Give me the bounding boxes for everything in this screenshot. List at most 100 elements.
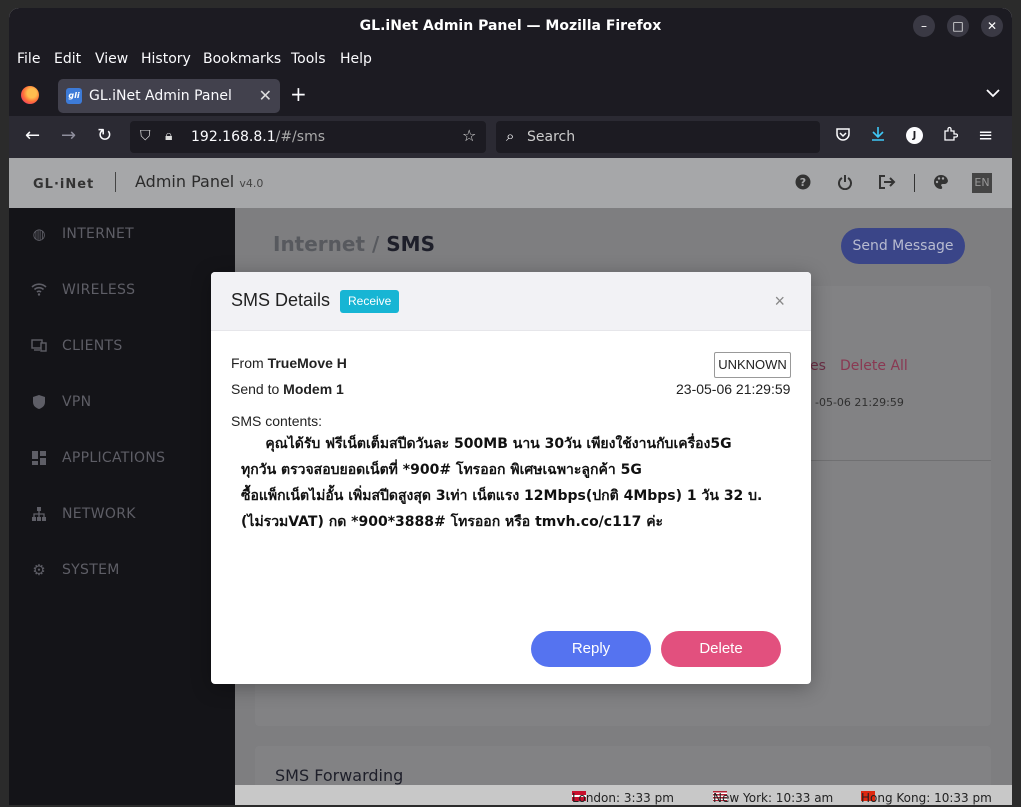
status-badge: UNKNOWN [714, 352, 791, 378]
tab-close-icon[interactable]: ✕ [259, 86, 272, 105]
sidebar-item-clients[interactable]: CLIENTS [9, 320, 235, 376]
panel-version: v4.0 [239, 177, 264, 190]
devices-icon [31, 338, 47, 354]
window-title: GL.iNet Admin Panel — Mozilla Firefox [359, 18, 662, 34]
menu-history[interactable]: History [141, 51, 191, 67]
chevron-down-icon[interactable] [986, 86, 1000, 102]
delete-all-link[interactable]: Delete All [840, 358, 908, 374]
world-clock-bar: × London: 3:33 pm New York: 10:33 am Hon… [235, 785, 1012, 805]
sidebar-item-wireless[interactable]: WIRELESS [9, 264, 235, 320]
breadcrumb: Internet / SMS [273, 232, 435, 256]
bg-partial-link[interactable]: es [810, 358, 826, 374]
sidebar-label-wireless: WIRELESS [62, 282, 136, 298]
title-bar: GL.iNet Admin Panel — Mozilla Firefox – … [9, 8, 1012, 44]
sidebar-label-network: NETWORK [62, 506, 136, 522]
tab-bar: gli GL.iNet Admin Panel ✕ + [9, 74, 1012, 116]
help-icon[interactable]: ? [795, 174, 811, 194]
back-icon[interactable]: ← [25, 126, 40, 146]
menu-bookmarks[interactable]: Bookmarks [203, 51, 281, 67]
breadcrumb-separator: / [372, 232, 380, 256]
tab-gl-inet[interactable]: gli GL.iNet Admin Panel ✕ [58, 79, 280, 113]
url-path: /#/sms [275, 129, 325, 145]
svg-text:?: ? [800, 176, 806, 189]
app-header: GL·iNet Admin Panel v4.0 ? EN [9, 158, 1012, 208]
grid-icon [31, 450, 47, 466]
power-icon[interactable] [837, 174, 853, 194]
sms-contents: คุณได้รับ ฟรีเน็ตเต็มสปีดวันละ 500MB นาน… [241, 436, 763, 530]
breadcrumb-current: SMS [386, 232, 435, 256]
extensions-icon[interactable] [942, 126, 959, 147]
dialog-header: SMS Details Receive × [211, 272, 811, 331]
panel-title-text: Admin Panel [135, 172, 235, 191]
from-value: TrueMove H [267, 355, 347, 371]
menu-tools[interactable]: Tools [291, 51, 326, 67]
menu-file[interactable]: File [17, 51, 40, 67]
pocket-icon[interactable] [835, 126, 851, 147]
shield-icon [31, 394, 47, 410]
reload-icon[interactable]: ↻ [97, 126, 112, 146]
sidebar-label-applications: APPLICATIONS [62, 450, 166, 466]
sidebar-label-vpn: VPN [62, 394, 92, 410]
search-icon: ⌕ [506, 127, 515, 145]
sidebar-item-applications[interactable]: APPLICATIONS ⌄ [9, 432, 235, 488]
url-bar[interactable]: ⛉ 🔒︎ 192.168.8.1/#/sms ☆ [130, 121, 486, 153]
hamburger-menu-icon[interactable]: ≡ [978, 126, 993, 146]
sidebar-item-vpn[interactable]: VPN ⌄ [9, 376, 235, 432]
url-text[interactable]: 192.168.8.1/#/sms [191, 129, 325, 145]
sidebar-item-network[interactable]: NETWORK ⌄ [9, 488, 235, 544]
close-icon[interactable]: × [774, 291, 785, 312]
tab-title: GL.iNet Admin Panel [89, 88, 232, 104]
language-button[interactable]: EN [972, 173, 992, 193]
delete-button[interactable]: Delete [661, 631, 781, 667]
new-tab-icon[interactable]: + [290, 84, 307, 104]
gl-inet-favicon-icon: gli [66, 88, 82, 104]
downloads-icon[interactable] [870, 126, 886, 147]
lock-icon[interactable]: 🔒︎ [165, 128, 172, 144]
send-message-button[interactable]: Send Message [841, 228, 965, 264]
logout-icon[interactable] [878, 174, 896, 194]
globe-icon: ◍ [32, 225, 46, 243]
palette-icon[interactable] [932, 174, 950, 194]
bookmark-star-icon[interactable]: ☆ [462, 126, 476, 145]
header-divider [115, 172, 116, 192]
sidebar-label-clients: CLIENTS [62, 338, 123, 354]
to-value: Modem 1 [283, 381, 344, 397]
message-time: 23-05-06 21:29:59 [676, 381, 791, 397]
gear-icon: ⚙ [32, 561, 46, 579]
search-bar[interactable]: ⌕ Search [496, 121, 820, 153]
contents-label: SMS contents: [231, 413, 323, 429]
maximize-icon[interactable]: □ [947, 15, 969, 37]
search-placeholder: Search [527, 129, 576, 145]
sidebar-item-internet[interactable]: ◍ INTERNET [9, 208, 235, 264]
forward-icon[interactable]: → [61, 126, 76, 146]
network-icon [31, 506, 47, 522]
sms-forwarding-title: SMS Forwarding [275, 766, 404, 785]
menu-help[interactable]: Help [340, 51, 372, 67]
close-window-icon[interactable]: ✕ [981, 15, 1003, 37]
sender-row: From TrueMove H [231, 355, 347, 371]
panel-title: Admin Panel v4.0 [135, 172, 263, 191]
from-label: From [231, 355, 264, 371]
account-avatar[interactable]: J [906, 127, 923, 144]
sidebar-label-internet: INTERNET [62, 226, 134, 242]
receive-badge: Receive [340, 290, 400, 313]
clock-london-text: London: 3:33 pm [572, 791, 674, 805]
shield-tracking-icon[interactable]: ⛉ [140, 128, 151, 144]
menu-bar: File Edit View History Bookmarks Tools H… [9, 44, 1012, 74]
dialog-title: SMS Details [231, 290, 331, 310]
minimize-icon[interactable]: – [913, 15, 935, 37]
recipient-row: Send to Modem 1 [231, 381, 344, 397]
wifi-icon [31, 282, 47, 298]
clock-newyork-text: New York: 10:33 am [713, 791, 834, 805]
sidebar: ◍ INTERNET WIRELESS CLIENTS VPN APPLICAT… [9, 208, 235, 805]
header-icon-divider [914, 174, 915, 192]
account-initial: J [906, 127, 923, 144]
sidebar-item-system[interactable]: ⚙ SYSTEM ⌄ [9, 544, 235, 600]
menu-edit[interactable]: Edit [54, 51, 81, 67]
reply-button[interactable]: Reply [531, 631, 651, 667]
clock-hongkong-text: Hong Kong: 10:33 pm [861, 791, 992, 805]
breadcrumb-parent[interactable]: Internet [273, 232, 365, 256]
gl-inet-logo[interactable]: GL·iNet [33, 177, 94, 192]
menu-view[interactable]: View [95, 51, 128, 67]
firefox-logo-icon[interactable] [21, 86, 39, 104]
